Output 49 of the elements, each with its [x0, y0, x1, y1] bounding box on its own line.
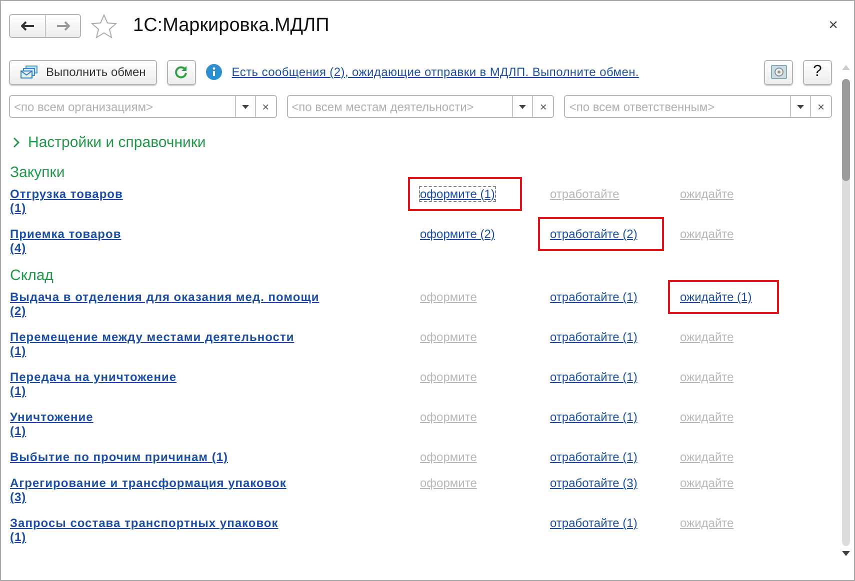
document-link[interactable]: Отгрузка товаров (1) [10, 187, 123, 215]
clear-button[interactable]: × [532, 96, 554, 117]
settings-group-toggle[interactable]: Настройки и справочники [1, 118, 206, 151]
document-link[interactable]: Агрегирование и трансформация упаковок (3) [10, 476, 286, 504]
action-link[interactable]: оформите (2) [420, 227, 495, 241]
dropdown-icon [519, 104, 526, 108]
envelopes-icon [20, 65, 38, 79]
action-link[interactable]: отработайте (1) [550, 516, 638, 530]
chevron-icon [13, 137, 20, 148]
action-link[interactable]: отработайте (2) [538, 217, 664, 251]
section-title: Закупки [10, 164, 66, 181]
pending-messages-link[interactable]: Есть сообщения (2), ожидающие отправки в МДЛП. Выполните обмен. [232, 65, 639, 79]
window-title: 1С:Маркировка.МДЛП [133, 15, 330, 37]
section-title: Склад [10, 267, 54, 284]
action-link[interactable]: отработайте (1) [550, 290, 638, 304]
refresh-button[interactable] [166, 60, 196, 84]
clear-button[interactable]: × [810, 96, 832, 117]
back-arrow-icon [20, 21, 34, 31]
document-link[interactable]: Выбытие по прочим причинам (1) [10, 450, 228, 464]
dropdown-icon [797, 104, 804, 108]
help-button[interactable]: ? [803, 60, 832, 84]
document-link[interactable]: Перемещение между местами деятельности (1) [10, 330, 294, 358]
action-link[interactable]: отработайте (1) [550, 370, 638, 384]
action-link[interactable]: отработайте (1) [550, 330, 638, 344]
action-link[interactable]: оформите (1) [408, 177, 522, 211]
action-link[interactable]: отработайте (1) [550, 450, 638, 464]
action-link[interactable]: ожидайте (1) [668, 280, 779, 314]
scrollbar-thumb[interactable] [842, 79, 850, 181]
clear-button[interactable]: × [254, 96, 276, 117]
star-icon[interactable] [91, 14, 117, 38]
dropdown-icon [242, 104, 249, 108]
document-link[interactable]: Запросы состава транспортных упаковок (1) [10, 516, 278, 544]
scroll-down-icon[interactable] [842, 551, 850, 556]
filter-field[interactable]: <по всем местам деятельности> × [286, 95, 554, 118]
filter-field[interactable]: <по всем ответственным> × [564, 95, 832, 118]
action-link[interactable]: отработайте (3) [550, 476, 638, 490]
document-link[interactable]: Выдача в отделения для оказания мед. помощи (2) [10, 290, 320, 318]
refresh-icon [174, 65, 188, 79]
close-button[interactable]: × [828, 17, 838, 35]
document-link[interactable]: Уничтожение (1) [10, 410, 94, 438]
forward-arrow-icon [56, 21, 70, 31]
filter-field[interactable]: <по всем организациям> × [9, 95, 277, 118]
info-icon [206, 64, 222, 80]
exchange-button[interactable]: Выполнить обмен [9, 60, 157, 84]
document-link[interactable]: Передача на уничтожение (1) [10, 370, 177, 398]
action-link[interactable]: отработайте (1) [550, 410, 638, 424]
settings-button[interactable] [764, 60, 793, 84]
settings-icon [770, 65, 786, 79]
document-link[interactable]: Приемка товаров (4) [10, 227, 122, 255]
